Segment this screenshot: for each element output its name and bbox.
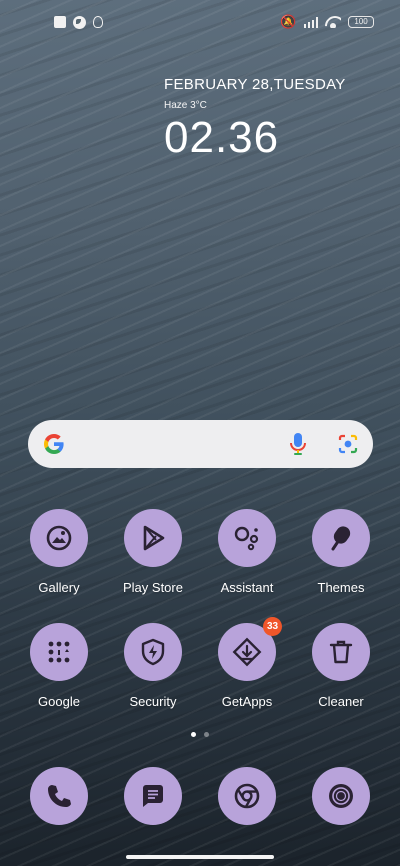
assistant-icon <box>218 509 276 567</box>
dock-camera[interactable] <box>296 767 386 825</box>
clock-time: 02.36 <box>164 113 280 162</box>
notification-badge: 33 <box>263 617 282 636</box>
clock-widget[interactable]: FEBRUARY 28,TUESDAY Haze 3°C 02.36 <box>164 76 346 163</box>
status-right: 🔕 100 <box>280 14 374 30</box>
status-bar: 🔕 100 <box>0 12 400 32</box>
dock-phone[interactable] <box>14 767 104 825</box>
app-play-store[interactable]: Play Store <box>108 509 198 595</box>
google-search-bar[interactable] <box>28 420 373 468</box>
app-label: GetApps <box>221 694 273 709</box>
mute-icon: 🔕 <box>280 14 297 29</box>
play-store-icon <box>124 509 182 567</box>
phone-icon <box>30 767 88 825</box>
app-cleaner[interactable]: Cleaner <box>296 623 386 709</box>
page-dot-active <box>191 732 196 737</box>
wifi-icon <box>325 16 341 28</box>
app-label: Assistant <box>220 580 274 595</box>
app-label: Cleaner <box>318 694 364 709</box>
app-label: Google <box>38 694 80 709</box>
status-left <box>54 15 103 29</box>
weather-text: Haze 3°C <box>164 100 207 111</box>
dock-messages[interactable] <box>108 767 198 825</box>
bulb-icon <box>93 16 103 28</box>
google-folder-icon <box>30 623 88 681</box>
app-getapps[interactable]: 33 GetApps <box>202 617 292 709</box>
cleaner-icon <box>312 623 370 681</box>
notification-square-icon <box>54 16 66 28</box>
google-logo-icon <box>44 434 64 454</box>
app-notification-icon <box>73 15 86 29</box>
app-label: Play Store <box>123 580 183 595</box>
camera-icon <box>312 767 370 825</box>
gesture-navigation-handle[interactable] <box>126 855 274 859</box>
app-google-folder[interactable]: Google <box>14 623 104 709</box>
app-label: Gallery <box>38 580 80 595</box>
themes-icon <box>312 509 370 567</box>
app-label: Themes <box>317 580 365 595</box>
app-assistant[interactable]: Assistant <box>202 509 292 595</box>
microphone-icon[interactable] <box>289 432 307 456</box>
battery-icon: 100 <box>348 16 374 28</box>
app-gallery[interactable]: Gallery <box>14 509 104 595</box>
getapps-icon: 33 <box>218 617 282 681</box>
page-indicator <box>0 732 400 737</box>
dock-chrome[interactable] <box>202 767 292 825</box>
app-themes[interactable]: Themes <box>296 509 386 595</box>
page-dot <box>204 732 209 737</box>
app-label: Security <box>129 694 177 709</box>
google-lens-icon[interactable] <box>337 433 359 455</box>
security-icon <box>124 623 182 681</box>
app-security[interactable]: Security <box>108 623 198 709</box>
chrome-icon <box>218 767 276 825</box>
messages-icon <box>124 767 182 825</box>
signal-icon <box>303 16 318 28</box>
gallery-icon <box>30 509 88 567</box>
clock-date: FEBRUARY 28,TUESDAY <box>164 76 346 93</box>
